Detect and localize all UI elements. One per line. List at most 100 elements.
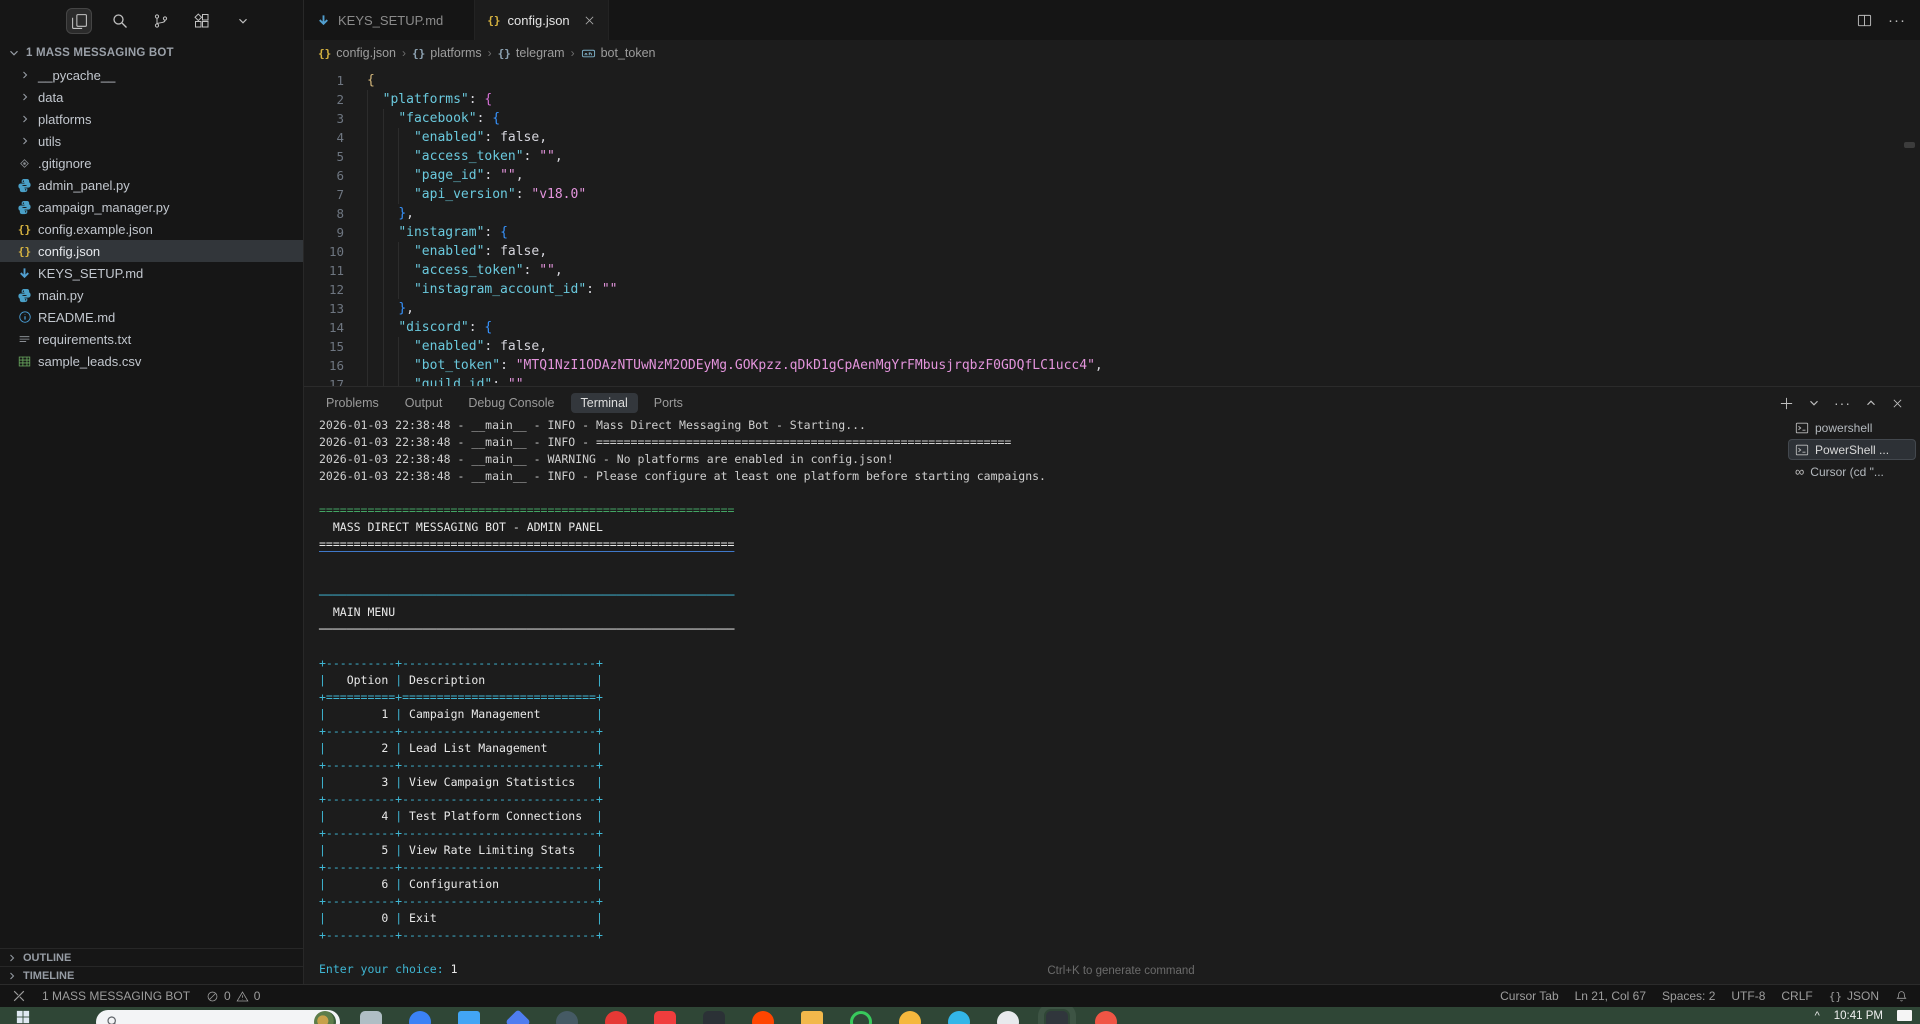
- line-number: 13: [304, 299, 344, 318]
- panel-tab-debug-console[interactable]: Debug Console: [458, 393, 564, 413]
- taskbar-app-app-letter-a[interactable]: [703, 1011, 725, 1024]
- indent-guide: [367, 223, 368, 242]
- split-editor-icon[interactable]: [1857, 13, 1872, 28]
- taskbar-search-box[interactable]: [96, 1010, 340, 1024]
- generate-command-hint: Ctrl+K to generate command: [1047, 965, 1194, 977]
- taskbar-clock[interactable]: 10:41 PM: [1834, 1010, 1883, 1022]
- terminal-icon: [1795, 443, 1809, 457]
- breadcrumb-item-platforms[interactable]: {}platforms: [412, 46, 482, 60]
- taskbar-app-copilot[interactable]: [409, 1011, 431, 1024]
- workspace-status[interactable]: 1 MASS MESSAGING BOT: [42, 989, 190, 1003]
- tree-folder-platforms[interactable]: platforms: [0, 108, 303, 130]
- terminal-instance-powershell[interactable]: powershell: [1788, 417, 1916, 438]
- terminal-instance-powershell-[interactable]: PowerShell ...: [1788, 439, 1916, 460]
- tree-folder-utils[interactable]: utils: [0, 130, 303, 152]
- code-editor[interactable]: 1{2 "platforms": {3 "facebook": {4 "enab…: [304, 66, 1920, 386]
- problems-status[interactable]: 0 0: [206, 989, 260, 1003]
- tree-file--gitignore[interactable]: .gitignore: [0, 152, 303, 174]
- taskbar-app-browser-orange[interactable]: [1095, 1011, 1117, 1024]
- tree-file-readme-md[interactable]: README.md: [0, 306, 303, 328]
- status-eol[interactable]: CRLF: [1781, 989, 1812, 1003]
- maximize-panel-icon[interactable]: [1864, 396, 1878, 410]
- status-cursor-position[interactable]: Ln 21, Col 67: [1575, 989, 1646, 1003]
- braces-icon: {}: [412, 47, 425, 60]
- search-daily-image[interactable]: [314, 1011, 336, 1024]
- code-line: 1{: [304, 71, 1920, 90]
- tab-config-json[interactable]: {}config.json: [475, 0, 608, 40]
- remote-icon[interactable]: [12, 989, 26, 1003]
- start-button[interactable]: [16, 1010, 30, 1024]
- status-item-label: JSON: [1847, 989, 1879, 1003]
- editor-scrollbar-thumb[interactable]: [1904, 142, 1915, 148]
- show-desktop-button[interactable]: [1897, 1010, 1912, 1021]
- tree-file-requirements-txt[interactable]: requirements.txt: [0, 328, 303, 350]
- tree-file-admin-panel-py[interactable]: admin_panel.py: [0, 174, 303, 196]
- taskbar-app-youtube[interactable]: [654, 1011, 676, 1024]
- tab-keys-setup-md[interactable]: KEYS_SETUP.md: [304, 0, 475, 40]
- more-actions-icon[interactable]: ···: [1888, 12, 1906, 29]
- tree-file-campaign-manager-py[interactable]: campaign_manager.py: [0, 196, 303, 218]
- code-text: "enabled": false,: [367, 242, 547, 261]
- terminal-instance-cursor-cd-[interactable]: ∞Cursor (cd "...: [1788, 461, 1916, 482]
- tree-file-keys-setup-md[interactable]: KEYS_SETUP.md: [0, 262, 303, 284]
- txt-icon: [16, 331, 33, 348]
- python-icon: [16, 177, 33, 194]
- close-icon[interactable]: [583, 14, 596, 27]
- taskbar-app-app-blue-diamond[interactable]: [505, 1009, 531, 1024]
- breadcrumb-item-telegram[interactable]: {}telegram: [498, 46, 565, 60]
- explorer-section-header[interactable]: 1 MASS MESSAGING BOT: [0, 42, 303, 64]
- panel-tab-terminal[interactable]: Terminal: [571, 393, 638, 413]
- tree-file-main-py[interactable]: main.py: [0, 284, 303, 306]
- mdarrow-icon: [16, 265, 33, 282]
- taskbar-app-cat-app[interactable]: [997, 1011, 1019, 1024]
- terminal-dropdown-icon[interactable]: [1807, 396, 1821, 410]
- source-control-icon[interactable]: [148, 8, 174, 34]
- panel-tab-ports[interactable]: Ports: [644, 393, 693, 413]
- close-panel-icon[interactable]: [1891, 397, 1904, 410]
- tree-file-config-example-json[interactable]: {}config.example.json: [0, 218, 303, 240]
- search-icon[interactable]: [107, 8, 133, 34]
- editor-area: KEYS_SETUP.md{}config.json ··· {}config.…: [304, 0, 1920, 984]
- taskbar-app-paw-app[interactable]: [899, 1011, 921, 1024]
- panel-tab-output[interactable]: Output: [395, 393, 453, 413]
- tree-item-label: utils: [38, 134, 61, 149]
- tree-file-sample-leads-csv[interactable]: sample_leads.csv: [0, 350, 303, 372]
- tray-expand-icon[interactable]: ^: [1815, 1010, 1820, 1022]
- files-icon[interactable]: [66, 8, 92, 34]
- more-actions-icon[interactable]: ···: [1834, 395, 1851, 411]
- taskbar-app-folder-yellow[interactable]: [801, 1011, 823, 1024]
- status-encoding[interactable]: UTF-8: [1731, 989, 1765, 1003]
- taskbar-app-task-view[interactable]: [360, 1011, 382, 1024]
- status-notifications[interactable]: [1895, 990, 1908, 1003]
- taskbar-app-whatsapp[interactable]: [850, 1011, 872, 1024]
- taskbar-app-file-explorer[interactable]: [458, 1011, 480, 1024]
- breadcrumb-item-config-json[interactable]: {}config.json: [318, 46, 396, 60]
- new-terminal-icon[interactable]: [1779, 396, 1794, 411]
- taskbar-app-telegram[interactable]: [948, 1011, 970, 1024]
- code-text: "enabled": false,: [367, 128, 547, 147]
- tree-folder--pycache-[interactable]: __pycache__: [0, 64, 303, 86]
- terminal-output[interactable]: 2026-01-03 22:38:48 - __main__ - INFO - …: [319, 417, 1046, 978]
- indent-guide: [367, 109, 368, 128]
- views-menu-icon[interactable]: [230, 8, 256, 34]
- code-text: "access_token": "",: [367, 261, 563, 280]
- indent-guide: [383, 337, 384, 356]
- panel-tab-problems[interactable]: Problems: [316, 393, 389, 413]
- sidebar-section-timeline[interactable]: TIMELINE: [0, 966, 303, 984]
- taskbar-app-reddit[interactable]: [752, 1011, 774, 1024]
- tree-file-config-json[interactable]: {}config.json: [0, 240, 303, 262]
- code-text: "guild_id": "",: [367, 375, 531, 386]
- status-cursor-tab[interactable]: Cursor Tab: [1500, 989, 1558, 1003]
- taskbar-app-cursor-app[interactable]: [1046, 1011, 1068, 1024]
- extensions-icon[interactable]: [189, 8, 215, 34]
- status-language-mode[interactable]: {}JSON: [1829, 989, 1879, 1003]
- taskbar-app-browser-red[interactable]: [605, 1011, 627, 1024]
- python-icon: [16, 199, 33, 216]
- sidebar-section-outline[interactable]: OUTLINE: [0, 948, 303, 966]
- code-text: "facebook": {: [367, 109, 500, 128]
- breadcrumb-item-bot-token[interactable]: bot_token: [581, 46, 656, 61]
- taskbar-app-app-dark-ring[interactable]: [556, 1011, 578, 1024]
- tree-folder-data[interactable]: data: [0, 86, 303, 108]
- code-text: "platforms": {: [367, 90, 492, 109]
- status-indentation[interactable]: Spaces: 2: [1662, 989, 1715, 1003]
